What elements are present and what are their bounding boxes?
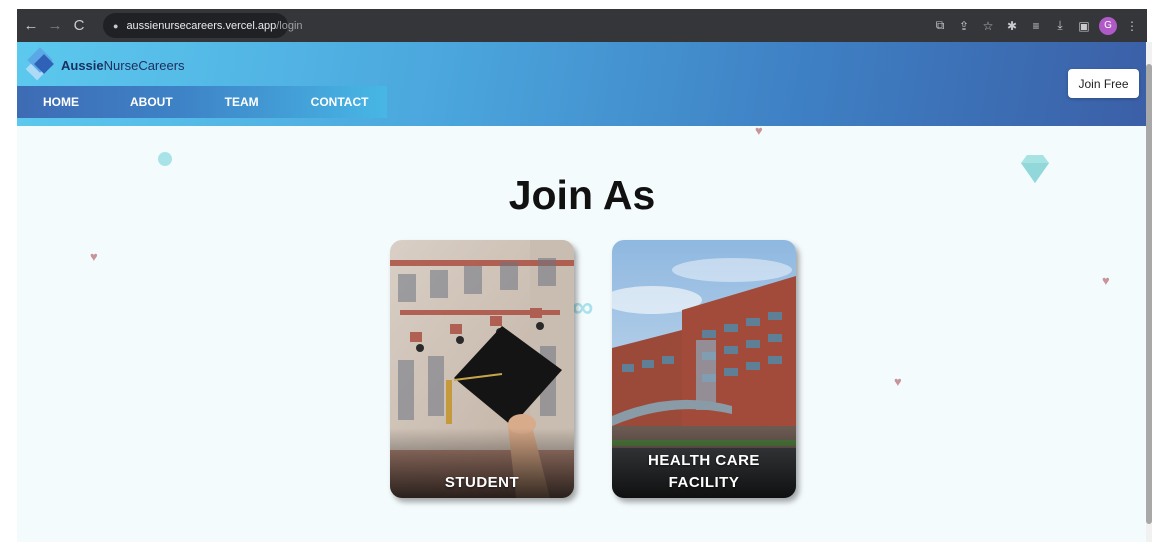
decor-dot: [158, 152, 172, 166]
heart-icon: ♥: [1102, 273, 1110, 288]
reload-icon[interactable]: C: [69, 16, 89, 36]
site-header: AussieNurseCareers HOME ABOUT TEAM CONTA…: [17, 42, 1147, 126]
page-scrollbar[interactable]: [1146, 42, 1152, 542]
lock-icon: ●: [113, 20, 119, 31]
extensions-icon[interactable]: ✱: [1003, 17, 1021, 35]
menu-kebab-icon[interactable]: ⋮: [1123, 17, 1141, 35]
student-label: STUDENT: [444, 474, 520, 491]
health-care-facility-label: HEALTH CARE FACILITY: [648, 452, 760, 491]
nav-contact[interactable]: CONTACT: [311, 95, 369, 109]
browser-actions: ⧉ ⇪ ☆ ✱ ≡ ⤓ ▣ G ⋮: [931, 16, 1141, 35]
bookmark-star-icon[interactable]: ☆: [979, 17, 997, 35]
install-app-icon[interactable]: ⧉: [931, 17, 949, 35]
url-path: /login: [276, 19, 303, 32]
brand-name: AussieNurseCareers: [61, 57, 185, 73]
nav-home[interactable]: HOME: [43, 95, 79, 109]
site-logo[interactable]: AussieNurseCareers: [25, 47, 185, 81]
heart-icon: ♥: [90, 249, 98, 264]
nav-about[interactable]: ABOUT: [130, 95, 173, 109]
heart-icon: ♥: [894, 374, 902, 389]
share-icon[interactable]: ⇪: [955, 17, 973, 35]
side-panel-icon[interactable]: ▣: [1075, 17, 1093, 35]
screen: ← → C ● aussienursecareers.vercel.app/lo…: [0, 0, 1156, 544]
reading-list-icon[interactable]: ≡: [1027, 17, 1045, 35]
browser-toolbar: ← → C ● aussienursecareers.vercel.app/lo…: [17, 9, 1147, 42]
url-host: aussienursecareers.vercel.app: [126, 19, 277, 32]
main-nav: HOME ABOUT TEAM CONTACT: [17, 86, 387, 118]
download-icon[interactable]: ⤓: [1051, 17, 1069, 35]
nav-team[interactable]: TEAM: [225, 95, 259, 109]
join-free-button[interactable]: Join Free: [1068, 69, 1139, 98]
page-title: Join As: [508, 172, 656, 218]
scrollbar-thumb[interactable]: [1146, 64, 1152, 524]
forward-arrow-icon[interactable]: →: [45, 16, 65, 36]
profile-avatar[interactable]: G: [1099, 16, 1117, 35]
address-bar[interactable]: ● aussienursecareers.vercel.app/login: [103, 13, 303, 38]
back-arrow-icon[interactable]: ←: [21, 16, 41, 36]
heart-icon: ♥: [755, 123, 763, 138]
page-content: AussieNurseCareers HOME ABOUT TEAM CONTA…: [17, 42, 1147, 542]
logo-diamond-icon: [25, 47, 55, 81]
health-care-facility-card[interactable]: HEALTH CARE FACILITY: [612, 240, 796, 498]
student-card[interactable]: STUDENT: [390, 240, 574, 498]
infinity-icon: ∞: [572, 291, 594, 324]
